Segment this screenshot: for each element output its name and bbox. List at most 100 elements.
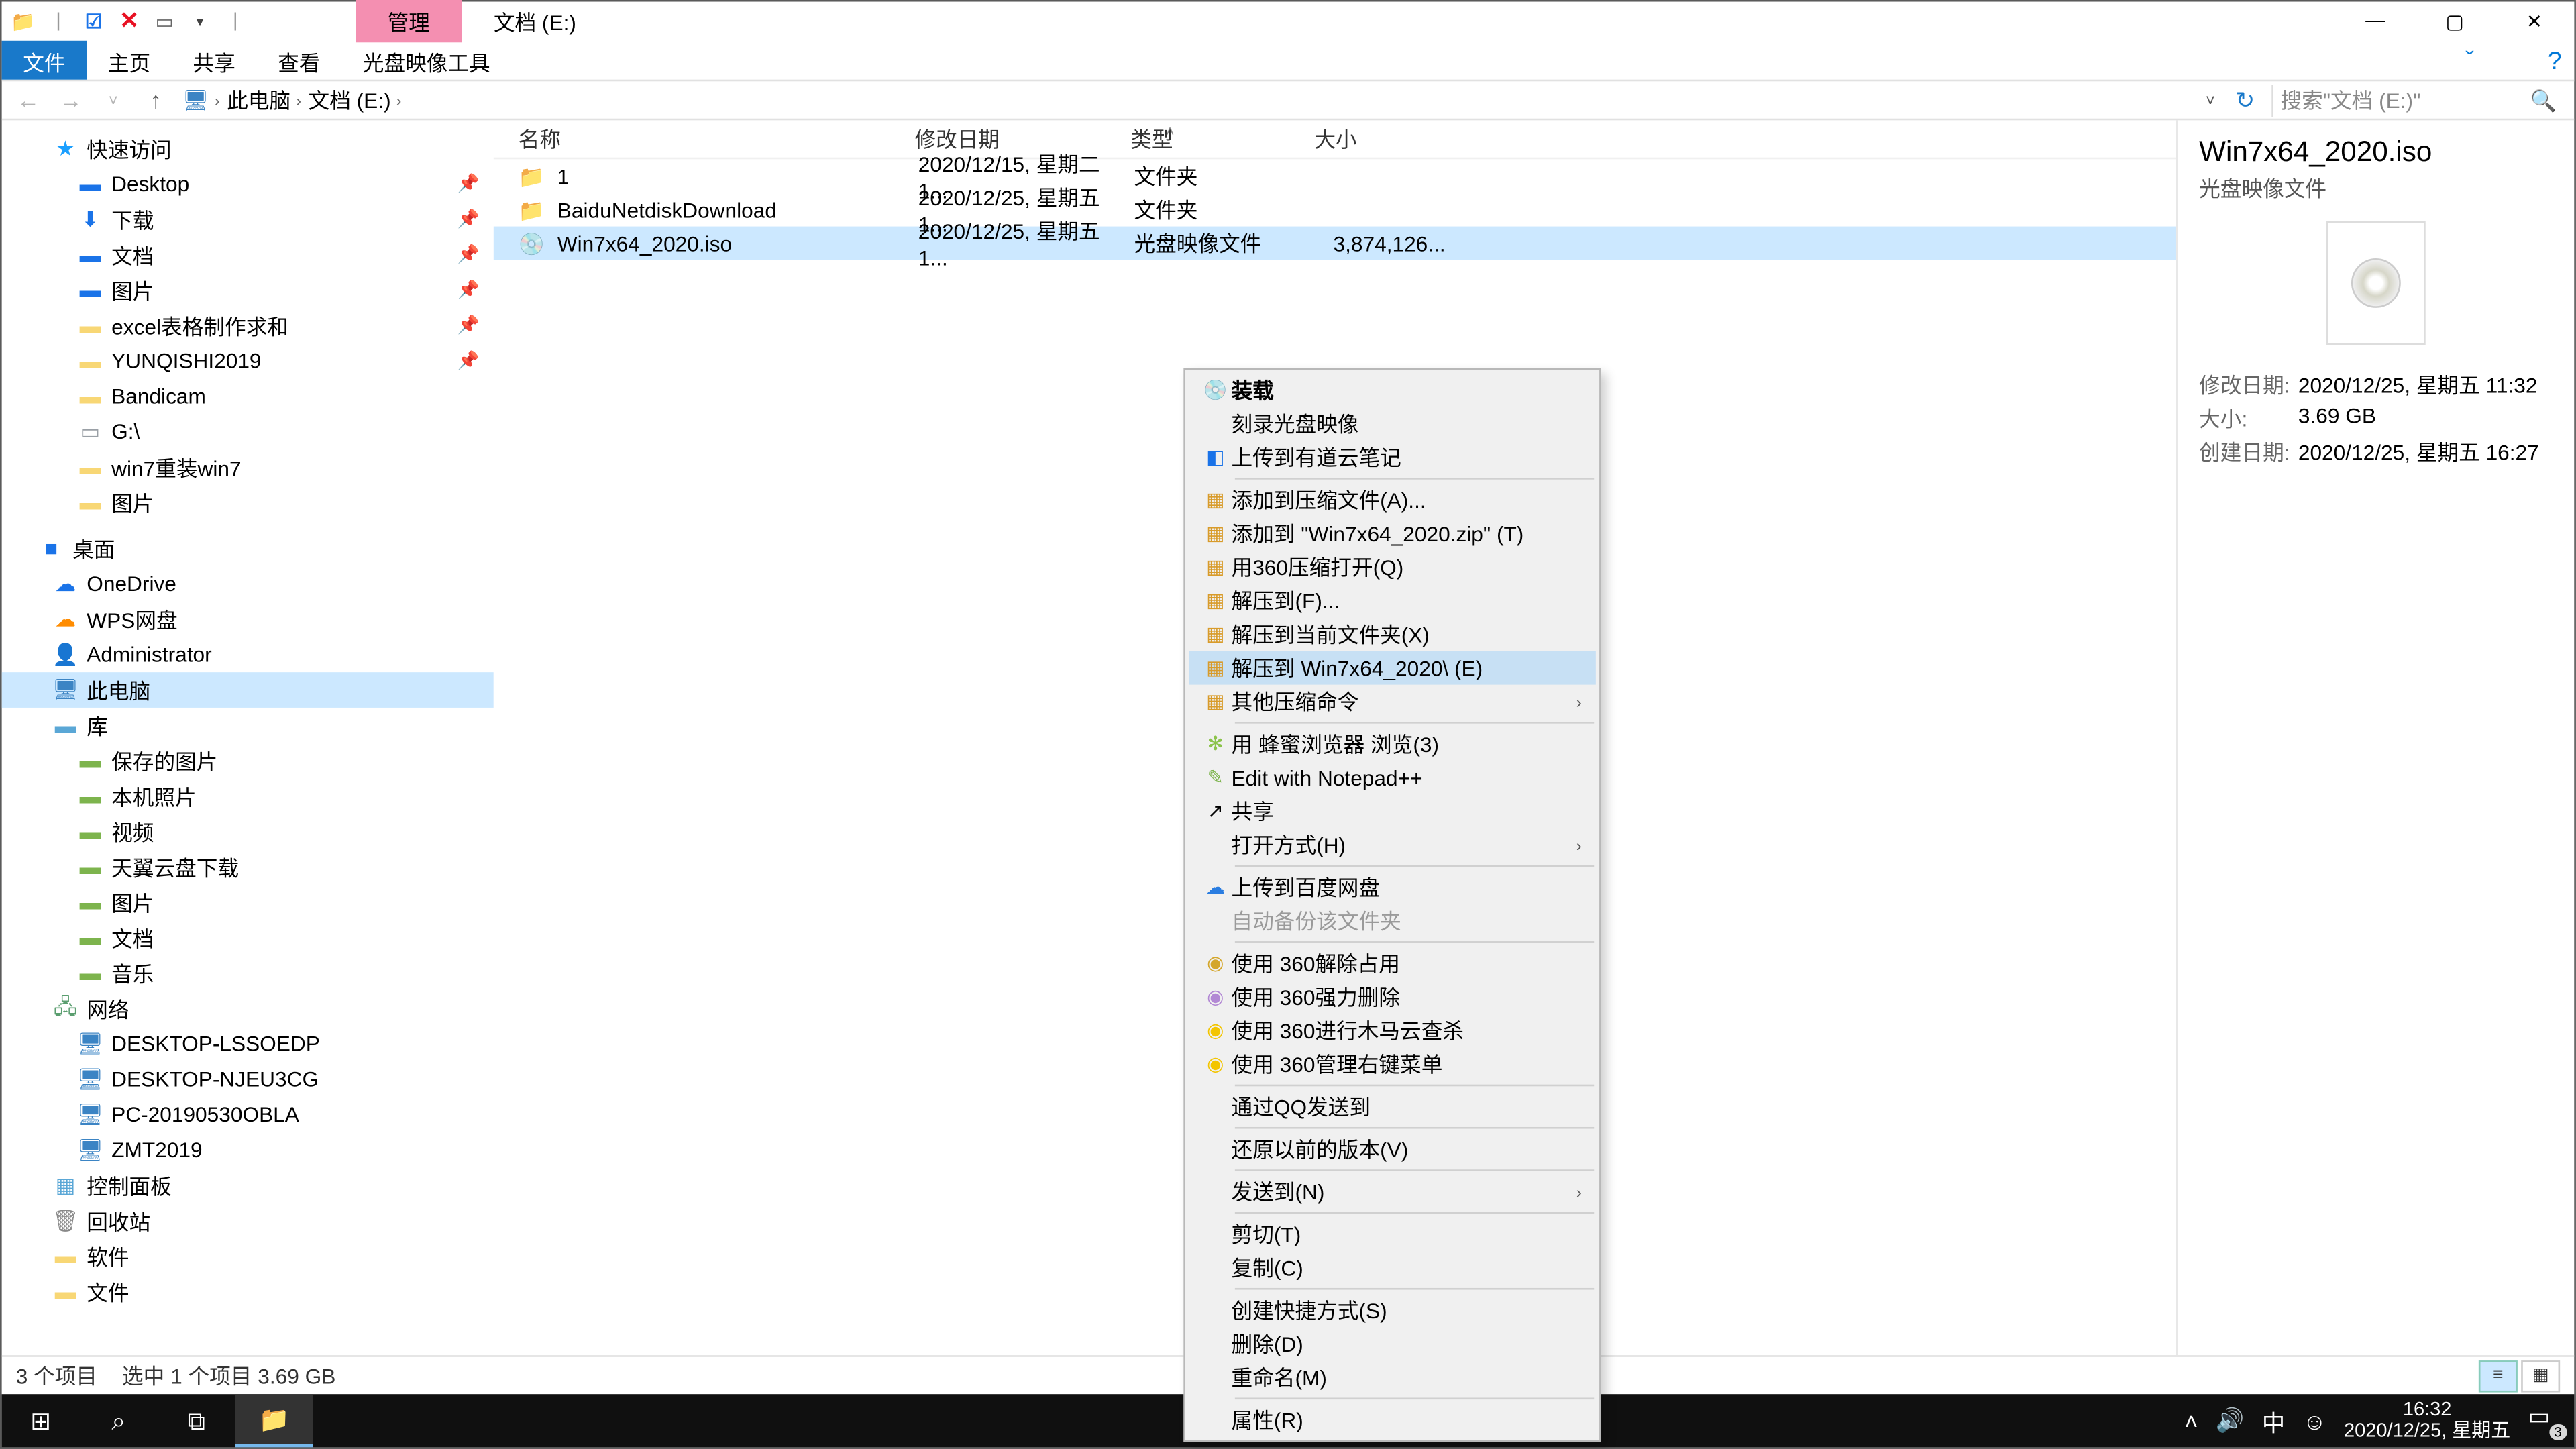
- view-icons-button[interactable]: ▦: [2521, 1360, 2560, 1391]
- cm-360-trojan-scan[interactable]: ◉使用 360进行木马云查杀: [1189, 1014, 1596, 1047]
- search-icon[interactable]: 🔍: [2530, 88, 2556, 113]
- tree-desktop[interactable]: ■桌面: [2, 531, 494, 566]
- breadcrumb-pc[interactable]: 此电脑›: [227, 85, 301, 115]
- tree-item[interactable]: ▬图片: [2, 485, 494, 521]
- cm-honey-browser[interactable]: ✻用 蜂蜜浏览器 浏览(3): [1189, 727, 1596, 761]
- nav-forward-button[interactable]: →: [55, 87, 87, 113]
- notification-button[interactable]: ▭ 3: [2528, 1403, 2564, 1438]
- qat-properties-icon[interactable]: ☑: [80, 7, 108, 36]
- breadcrumb-drive[interactable]: 文档 (E:)›: [309, 85, 402, 115]
- tree-item[interactable]: ▬本机照片: [2, 778, 494, 814]
- ribbon-tab-home[interactable]: 主页: [87, 41, 172, 80]
- tree-item[interactable]: ▬文档📌: [2, 237, 494, 272]
- tray-chevron-up-icon[interactable]: ˄: [2184, 1407, 2198, 1434]
- tree-item[interactable]: 🖥DESKTOP-NJEU3CG: [2, 1061, 494, 1097]
- tree-this-pc[interactable]: 🖥此电脑: [2, 672, 494, 708]
- cm-share[interactable]: ↗共享: [1189, 794, 1596, 828]
- cm-extract-to[interactable]: ▦解压到(F)...: [1189, 584, 1596, 617]
- tray-ime-smiley-icon[interactable]: ☺: [2303, 1407, 2326, 1434]
- breadcrumb[interactable]: 🖥› 此电脑› 文档 (E:)›: [182, 85, 2196, 115]
- cm-rename[interactable]: 重命名(M): [1189, 1360, 1596, 1394]
- tree-item[interactable]: ▬文档: [2, 920, 494, 955]
- tray-ime-icon[interactable]: 中: [2262, 1404, 2285, 1438]
- tree-item[interactable]: ▬Desktop📌: [2, 166, 494, 202]
- cm-qq-send[interactable]: 通过QQ发送到: [1189, 1090, 1596, 1124]
- close-button[interactable]: ✕: [2495, 2, 2575, 41]
- tree-item[interactable]: 🗑回收站: [2, 1203, 494, 1238]
- cm-burn[interactable]: 刻录光盘映像: [1189, 407, 1596, 441]
- nav-history-dropdown[interactable]: ˅: [97, 91, 129, 109]
- tree-libraries[interactable]: ▬库: [2, 708, 494, 743]
- ribbon-tab-file[interactable]: 文件: [2, 41, 87, 80]
- cm-cut[interactable]: 剪切(T): [1189, 1217, 1596, 1250]
- file-row[interactable]: 📁 BaiduNetdiskDownload 2020/12/25, 星期五 1…: [494, 193, 2176, 226]
- tree-item[interactable]: ▦控制面板: [2, 1168, 494, 1203]
- tree-item[interactable]: ▬保存的图片: [2, 743, 494, 779]
- search-button[interactable]: ⌕: [80, 1394, 158, 1447]
- tree-item[interactable]: ⬇下载📌: [2, 202, 494, 237]
- tree-item[interactable]: ▬excel表格制作求和📌: [2, 308, 494, 343]
- qat-dropdown-icon[interactable]: ▾: [186, 7, 214, 36]
- task-view-button[interactable]: ⧉: [158, 1394, 235, 1447]
- ribbon-tab-share[interactable]: 共享: [172, 41, 257, 80]
- tree-item[interactable]: ▬图片: [2, 885, 494, 920]
- cm-open-360zip[interactable]: ▦用360压缩打开(Q): [1189, 550, 1596, 584]
- tree-item[interactable]: ▬Bandicam: [2, 378, 494, 414]
- tree-item[interactable]: ▬文件: [2, 1274, 494, 1309]
- tree-item[interactable]: 🖥PC-20190530OBLA: [2, 1097, 494, 1132]
- help-button[interactable]: ?: [2539, 41, 2571, 80]
- cm-create-shortcut[interactable]: 创建快捷方式(S): [1189, 1293, 1596, 1327]
- qat-new-icon[interactable]: ▭: [150, 7, 178, 36]
- cm-restore-previous[interactable]: 还原以前的版本(V): [1189, 1132, 1596, 1166]
- nav-up-button[interactable]: ↑: [140, 87, 171, 113]
- cm-360-unlock[interactable]: ◉使用 360解除占用: [1189, 947, 1596, 980]
- tree-item[interactable]: 🖥DESKTOP-LSSOEDP: [2, 1026, 494, 1062]
- cm-add-zip[interactable]: ▦添加到 "Win7x64_2020.zip" (T): [1189, 517, 1596, 550]
- cm-360-menu-manage[interactable]: ◉使用 360管理右键菜单: [1189, 1047, 1596, 1081]
- ribbon-toggle-icon[interactable]: ˇ: [2451, 41, 2489, 80]
- maximize-button[interactable]: ▢: [2415, 2, 2495, 41]
- view-details-button[interactable]: ≡: [2479, 1360, 2518, 1391]
- tree-quick-access[interactable]: ★快速访问: [2, 131, 494, 166]
- cm-copy[interactable]: 复制(C): [1189, 1251, 1596, 1285]
- cm-notepadpp[interactable]: ✎Edit with Notepad++: [1189, 761, 1596, 794]
- start-button[interactable]: ⊞: [2, 1394, 80, 1447]
- tree-item[interactable]: ▬win7重装win7: [2, 449, 494, 485]
- tree-item[interactable]: ▬软件: [2, 1238, 494, 1274]
- refresh-button[interactable]: ↻: [2229, 86, 2261, 114]
- tree-item[interactable]: ▬天翼云盘下载: [2, 849, 494, 885]
- cm-properties[interactable]: 属性(R): [1189, 1403, 1596, 1436]
- ribbon-tab-view[interactable]: 查看: [257, 41, 342, 80]
- tree-item[interactable]: ▬YUNQISHI2019📌: [2, 343, 494, 379]
- tree-item[interactable]: ☁WPS网盘: [2, 602, 494, 637]
- column-name[interactable]: 名称: [519, 124, 915, 154]
- tree-item[interactable]: ▭G:\: [2, 414, 494, 449]
- tree-network[interactable]: 🖧网络: [2, 991, 494, 1026]
- tree-item[interactable]: ▬视频: [2, 814, 494, 849]
- tree-item[interactable]: ☁OneDrive: [2, 566, 494, 602]
- tree-item[interactable]: 🖥ZMT2019: [2, 1132, 494, 1168]
- cm-delete[interactable]: 删除(D): [1189, 1327, 1596, 1360]
- address-dropdown-icon[interactable]: ˅: [2206, 91, 2215, 109]
- tree-item[interactable]: ▬音乐: [2, 955, 494, 991]
- taskbar-clock[interactable]: 16:32 2020/12/25, 星期五: [2344, 1399, 2510, 1442]
- cm-open-with[interactable]: 打开方式(H)›: [1189, 828, 1596, 861]
- cm-other-zip[interactable]: ▦其他压缩命令›: [1189, 685, 1596, 718]
- cm-youdao[interactable]: ◧上传到有道云笔记: [1189, 441, 1596, 474]
- cm-extract-named[interactable]: ▦解压到 Win7x64_2020\ (E): [1189, 651, 1596, 685]
- context-tab-manage[interactable]: 管理: [356, 0, 462, 42]
- nav-back-button[interactable]: ←: [12, 87, 44, 113]
- qat-delete-icon[interactable]: ✕: [115, 7, 143, 36]
- ribbon-tab-iso-tools[interactable]: 光盘映像工具: [341, 41, 511, 80]
- column-type[interactable]: 类型: [1130, 124, 1314, 154]
- tree-item[interactable]: ▬图片📌: [2, 272, 494, 308]
- tree-item[interactable]: 👤Administrator: [2, 637, 494, 672]
- cm-send-to[interactable]: 发送到(N)›: [1189, 1175, 1596, 1208]
- file-row-selected[interactable]: 💿 Win7x64_2020.iso 2020/12/25, 星期五 1... …: [494, 227, 2176, 260]
- cm-baidu-upload[interactable]: ☁上传到百度网盘: [1189, 871, 1596, 904]
- file-row[interactable]: 📁 1 2020/12/15, 星期二 1... 文件夹: [494, 159, 2176, 193]
- column-size[interactable]: 大小: [1315, 124, 1456, 154]
- cm-extract-here[interactable]: ▦解压到当前文件夹(X): [1189, 617, 1596, 651]
- cm-add-archive[interactable]: ▦添加到压缩文件(A)...: [1189, 483, 1596, 517]
- cm-360-force-delete[interactable]: ◉使用 360强力删除: [1189, 980, 1596, 1014]
